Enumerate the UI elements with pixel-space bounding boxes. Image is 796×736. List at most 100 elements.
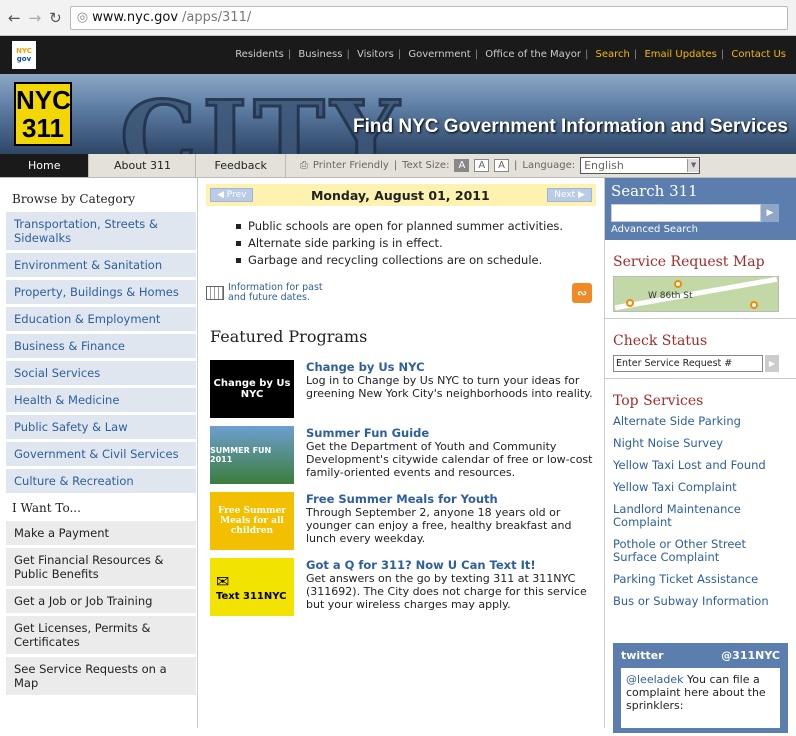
category-item[interactable]: Social Services	[6, 361, 196, 385]
tab-about[interactable]: About 311	[89, 154, 197, 177]
service-link[interactable]: Bus or Subway Information	[613, 595, 788, 608]
date-bar: ◀ Prev Monday, August 01, 2011 Next ▶	[206, 184, 596, 206]
program-thumbnail[interactable]: Change by Us NYC	[210, 360, 294, 418]
right-sidebar: Search 311 ▶ Advanced Search Service Req…	[604, 178, 796, 733]
text-size-large[interactable]: A	[494, 159, 509, 172]
link-contact-us[interactable]: Contact Us	[731, 49, 786, 60]
map-marker-icon[interactable]	[674, 280, 682, 288]
link-government[interactable]: Government	[408, 49, 470, 60]
link-visitors[interactable]: Visitors	[357, 49, 394, 60]
top-links: Residents | Business | Visitors | Governmen…	[235, 49, 786, 60]
page-tools: ⎙ Printer Friendly | Text Size: A A A | …	[300, 154, 701, 177]
text-size-medium[interactable]: A	[474, 159, 490, 172]
program-item: Change by Us NYC Change by Us NYC Log in …	[206, 360, 596, 418]
link-search[interactable]: Search	[596, 49, 630, 60]
map-marker-icon[interactable]	[626, 299, 634, 307]
link-email-updates[interactable]: Email Updates	[644, 49, 716, 60]
info-link-text: Information for past and future dates.	[228, 282, 323, 303]
program-desc: Get the Department of Youth and Communit…	[306, 440, 593, 479]
twitter-handle[interactable]: @311NYC	[721, 649, 780, 662]
program-title[interactable]: Summer Fun Guide	[306, 426, 596, 440]
service-request-input[interactable]: Enter Service Request #	[613, 355, 763, 372]
tweet-author[interactable]: @leeladek	[626, 673, 684, 686]
tab-home[interactable]: Home	[0, 154, 90, 177]
language-value: English	[584, 159, 624, 172]
banner: CITY NYC 311 Find NYC Government Informat…	[0, 74, 796, 154]
notice-list: Public schools are open for planned summ…	[236, 218, 596, 269]
program-thumbnail[interactable]: ✉ Text 311NYC	[210, 558, 294, 616]
category-item[interactable]: Transportation, Streets & Sidewalks	[6, 212, 196, 250]
url-path: /apps/311/	[182, 10, 252, 25]
service-request-map[interactable]: W 86th St	[613, 276, 779, 312]
want-item[interactable]: Get Financial Resources & Public Benefit…	[6, 548, 196, 586]
language-label: Language:	[522, 160, 576, 171]
want-item[interactable]: Get a Job or Job Training	[6, 589, 196, 613]
service-link[interactable]: Yellow Taxi Lost and Found	[613, 459, 788, 472]
program-thumbnail[interactable]: SUMMER FUN 2011	[210, 426, 294, 484]
program-desc: Get answers on the go by texting 311 at …	[306, 572, 587, 611]
featured-heading: Featured Programs	[210, 327, 368, 346]
want-item[interactable]: Get Licenses, Permits & Certificates	[6, 616, 196, 654]
service-link[interactable]: Parking Ticket Assistance	[613, 573, 788, 586]
category-item[interactable]: Government & Civil Services	[6, 442, 196, 466]
category-item[interactable]: Public Safety & Law	[6, 415, 196, 439]
search-panel: Search 311 ▶ Advanced Search	[605, 178, 796, 240]
map-heading[interactable]: Service Request Map	[613, 254, 788, 270]
rss-icon[interactable]: ∾	[572, 283, 592, 303]
program-title[interactable]: Free Summer Meals for Youth	[306, 492, 596, 506]
next-button[interactable]: Next ▶	[547, 188, 592, 202]
nyc-gov-logo[interactable]: NYC gov	[12, 41, 36, 69]
check-status-section: Check Status Enter Service Request # ▶	[605, 319, 796, 379]
want-item[interactable]: See Service Requests on a Map	[6, 657, 196, 695]
printer-friendly-link[interactable]: Printer Friendly	[313, 160, 389, 171]
calendar-icon	[206, 286, 224, 300]
prev-button[interactable]: ◀ Prev	[210, 188, 254, 202]
reload-icon[interactable]: ↻	[49, 9, 62, 27]
status-submit-button[interactable]: ▶	[765, 355, 779, 372]
top-nav: NYC gov Residents | Business | Visitors | Go…	[0, 36, 796, 74]
link-business[interactable]: Business	[298, 49, 342, 60]
category-item[interactable]: Culture & Recreation	[6, 469, 196, 493]
program-item: Free Summer Meals for all children Free …	[206, 492, 596, 550]
globe-icon: ◎	[76, 10, 89, 25]
back-icon[interactable]: ←	[8, 9, 21, 27]
forward-icon[interactable]: →	[29, 9, 42, 27]
service-link[interactable]: Night Noise Survey	[613, 437, 788, 450]
browser-toolbar: ← → ↻ ◎ www.nyc.gov/apps/311/	[0, 0, 796, 36]
service-link[interactable]: Alternate Side Parking	[613, 415, 788, 428]
link-residents[interactable]: Residents	[235, 49, 284, 60]
service-link[interactable]: Landlord Maintenance Complaint	[613, 503, 788, 529]
want-item[interactable]: Make a Payment	[6, 521, 196, 545]
search-submit-button[interactable]: ▶	[761, 204, 779, 222]
service-map-section: Service Request Map W 86th St	[605, 240, 796, 319]
map-marker-icon[interactable]	[750, 301, 758, 309]
program-title[interactable]: Change by Us NYC	[306, 360, 596, 374]
tweet: @leeladek You can file a complaint here …	[621, 668, 780, 728]
link-mayor[interactable]: Office of the Mayor	[485, 49, 581, 60]
service-link[interactable]: Yellow Taxi Complaint	[613, 481, 788, 494]
category-item[interactable]: Health & Medicine	[6, 388, 196, 412]
next-label: Next	[554, 190, 576, 200]
program-thumbnail[interactable]: Free Summer Meals for all children	[210, 492, 294, 550]
language-select[interactable]: English ▼	[580, 157, 701, 174]
tab-feedback[interactable]: Feedback	[196, 154, 286, 177]
text-size-small[interactable]: A	[454, 159, 470, 172]
program-title[interactable]: Got a Q for 311? Now U Can Text It!	[306, 558, 596, 572]
category-item[interactable]: Business & Finance	[6, 334, 196, 358]
category-item[interactable]: Environment & Sanitation	[6, 253, 196, 277]
service-link[interactable]: Pothole or Other Street Surface Complain…	[613, 538, 788, 564]
category-item[interactable]: Property, Buildings & Homes	[6, 280, 196, 304]
search-input[interactable]	[611, 204, 761, 222]
twitter-logo[interactable]: twitter	[621, 649, 664, 662]
main-content: ◀ Prev Monday, August 01, 2011 Next ▶ Pu…	[198, 178, 604, 728]
address-bar[interactable]: ◎ www.nyc.gov/apps/311/	[69, 5, 788, 30]
advanced-search-link[interactable]: Advanced Search	[611, 224, 790, 235]
nyc311-logo[interactable]: NYC 311	[14, 82, 72, 146]
category-item[interactable]: Education & Employment	[6, 307, 196, 331]
map-street-label: W 86th St	[648, 291, 693, 301]
past-future-dates-link[interactable]: Information for past and future dates.	[206, 283, 338, 303]
thumb-text: Text 311NYC	[216, 591, 287, 602]
notice-item: Alternate side parking is in effect.	[236, 235, 596, 252]
tab-bar: Home About 311 Feedback ⎙ Printer Friend…	[0, 154, 796, 178]
printer-icon[interactable]: ⎙	[300, 160, 308, 171]
